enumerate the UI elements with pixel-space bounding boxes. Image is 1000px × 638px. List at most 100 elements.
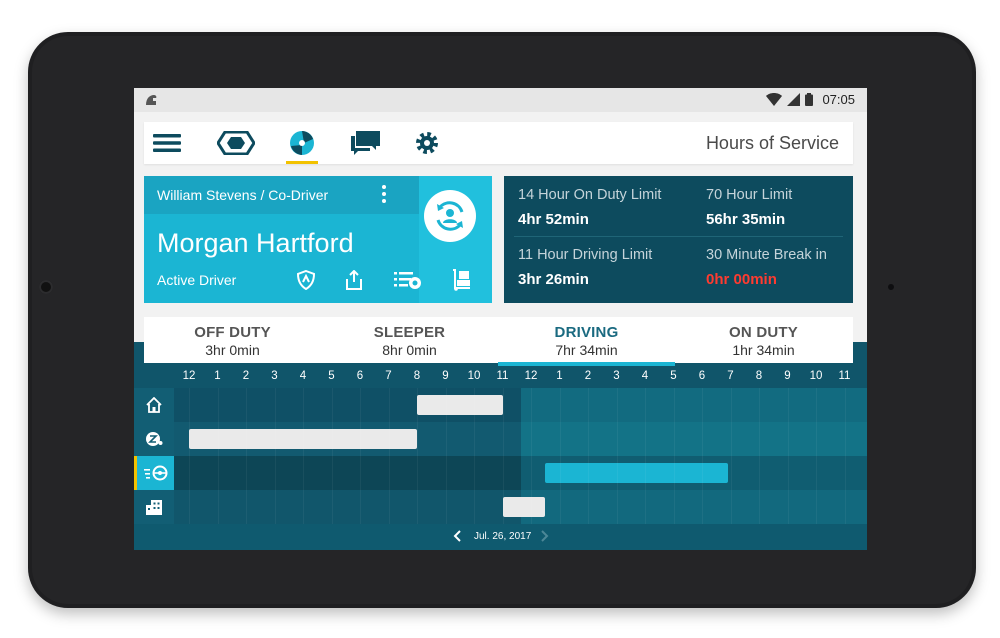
driver-card: William Stevens / Co-Driver Morgan Hartf…	[144, 176, 492, 303]
status-row-on-duty[interactable]	[134, 490, 867, 524]
limit-14-hour: 14 Hour On Duty Limit 4hr 52min	[518, 187, 688, 228]
hour-tick-label: 7	[385, 370, 392, 382]
tab-duration: 3hr 0min	[205, 342, 260, 358]
shield-icon[interactable]	[294, 268, 318, 292]
tab-duration: 7hr 34min	[555, 342, 618, 358]
tab-off-duty[interactable]: OFF DUTY 3hr 0min	[144, 317, 321, 363]
dolly-icon[interactable]	[450, 268, 474, 292]
app-helmet-icon	[146, 95, 157, 105]
hour-tick-label: 8	[755, 370, 763, 382]
limits-panel: 14 Hour On Duty Limit 4hr 52min 70 Hour …	[504, 176, 853, 303]
hour-tick-label: 10	[809, 370, 823, 382]
status-row-driving[interactable]	[134, 456, 867, 490]
hour-tick-label: 6	[698, 370, 706, 382]
active-nav-indicator	[286, 161, 318, 164]
hour-tick-label: 4	[641, 370, 649, 382]
hour-tick-label: 7	[727, 370, 734, 382]
hour-tick-label: 2	[584, 370, 592, 382]
active-tab-indicator	[498, 362, 675, 366]
tab-on-duty[interactable]: ON DUTY 1hr 34min	[675, 317, 852, 363]
duty-segment-bar[interactable]	[189, 429, 417, 449]
hour-tick-label: 10	[467, 370, 481, 382]
status-row-off-duty[interactable]	[134, 388, 867, 422]
status-row-icon-cell	[134, 456, 174, 490]
tablet-screen: 07:05 Hours of Service William Stevens /…	[134, 88, 867, 550]
hour-tick-label: 12	[524, 370, 538, 382]
page-title: Hours of Service	[705, 133, 839, 153]
previous-day-icon[interactable]	[452, 528, 464, 544]
hour-tick-label: 8	[413, 370, 421, 382]
swap-driver-icon	[436, 201, 464, 231]
duty-status-chart: 12 1 2 3 4 5 6 7 8 9 10 11 12 1 2 3 4 5 6 7 8 9 10 11 Jul. 26, …	[134, 342, 867, 550]
duty-status-tabs: OFF DUTY 3hr 0min SLEEPER 8hr 0min DRIVI…	[144, 317, 853, 366]
status-row-sleeper[interactable]	[134, 422, 867, 456]
limit-label: 11 Hour Driving Limit	[518, 247, 653, 263]
hour-axis: 12 1 2 3 4 5 6 7 8 9 10 11 12 1 2 3 4 5 6 7 8 9 10 11	[134, 366, 867, 388]
tab-label: ON DUTY	[729, 324, 798, 341]
log-date: Jul. 26, 2017	[474, 531, 532, 542]
hour-tick-label: 9	[784, 370, 791, 382]
next-day-icon[interactable]	[538, 528, 550, 544]
home-icon	[146, 397, 162, 413]
hour-tick-label: 11	[838, 370, 851, 382]
battery-icon	[805, 93, 814, 106]
status-row-icon-cell	[134, 422, 174, 456]
hour-tick-label: 3	[271, 370, 278, 382]
hour-tick-label: 12	[182, 370, 196, 382]
limit-label: 14 Hour On Duty Limit	[518, 187, 662, 203]
hos-clock-icon[interactable]	[287, 130, 317, 156]
status-row-track	[174, 422, 867, 456]
limit-11-hour: 11 Hour Driving Limit 3hr 26min	[518, 247, 688, 288]
tab-label: SLEEPER	[373, 324, 446, 341]
status-row-track	[174, 388, 867, 422]
tab-label: OFF DUTY	[194, 324, 271, 341]
hour-tick-label: 5	[670, 370, 677, 382]
duty-segment-bar[interactable]	[545, 463, 728, 483]
settings-icon[interactable]	[412, 130, 442, 156]
front-camera	[39, 280, 53, 294]
tab-driving[interactable]: DRIVING 7hr 34min	[498, 317, 675, 366]
current-hours-band	[521, 490, 867, 524]
status-row-icon-cell	[134, 388, 174, 422]
swap-driver-button[interactable]	[424, 190, 476, 242]
hour-tick-label: 6	[356, 370, 364, 382]
more-options-icon[interactable]	[381, 185, 387, 205]
limit-value: 56hr 35min	[706, 211, 786, 228]
hour-tick-label: 9	[442, 370, 449, 382]
signal-icon	[787, 93, 801, 106]
current-hours-band	[521, 422, 867, 456]
hexagon-icon[interactable]	[216, 130, 256, 156]
menu-icon[interactable]	[152, 130, 182, 156]
status-time: 07:05	[822, 92, 855, 107]
tab-sleeper[interactable]: SLEEPER 8hr 0min	[321, 317, 498, 363]
tab-duration: 8hr 0min	[382, 342, 437, 358]
duty-segment-bar[interactable]	[417, 395, 503, 415]
hour-tick-label: 3	[613, 370, 620, 382]
limit-value: 0hr 00min	[706, 271, 777, 288]
limit-label: 70 Hour Limit	[706, 187, 793, 203]
share-icon[interactable]	[342, 268, 366, 292]
hour-tick-label: 11	[496, 370, 509, 382]
android-status-bar: 07:05	[134, 88, 867, 112]
current-hours-band	[521, 388, 867, 422]
hour-tick-label: 2	[242, 370, 250, 382]
past-hours-band	[174, 490, 521, 524]
sleep-icon	[145, 431, 163, 447]
hour-tick-label: 5	[328, 370, 335, 382]
tab-label: DRIVING	[554, 324, 619, 341]
hour-tick-label: 4	[299, 370, 307, 382]
driver-status: Active Driver	[157, 272, 237, 288]
limit-value: 4hr 52min	[518, 211, 589, 228]
log-list-icon[interactable]	[393, 268, 423, 292]
limit-70-hour: 70 Hour Limit 56hr 35min	[706, 187, 867, 228]
limit-30-minute-break: 30 Minute Break in 0hr 00min	[706, 247, 867, 288]
wifi-icon	[766, 93, 783, 106]
codriver-label[interactable]: William Stevens / Co-Driver	[157, 187, 328, 203]
limits-divider	[514, 236, 843, 237]
limit-label: 30 Minute Break in	[706, 247, 827, 263]
building-icon	[145, 499, 163, 515]
limit-value: 3hr 26min	[518, 271, 589, 288]
duty-segment-bar[interactable]	[502, 497, 546, 517]
messages-icon[interactable]	[349, 130, 383, 156]
hour-tick-label: 1	[556, 370, 563, 382]
